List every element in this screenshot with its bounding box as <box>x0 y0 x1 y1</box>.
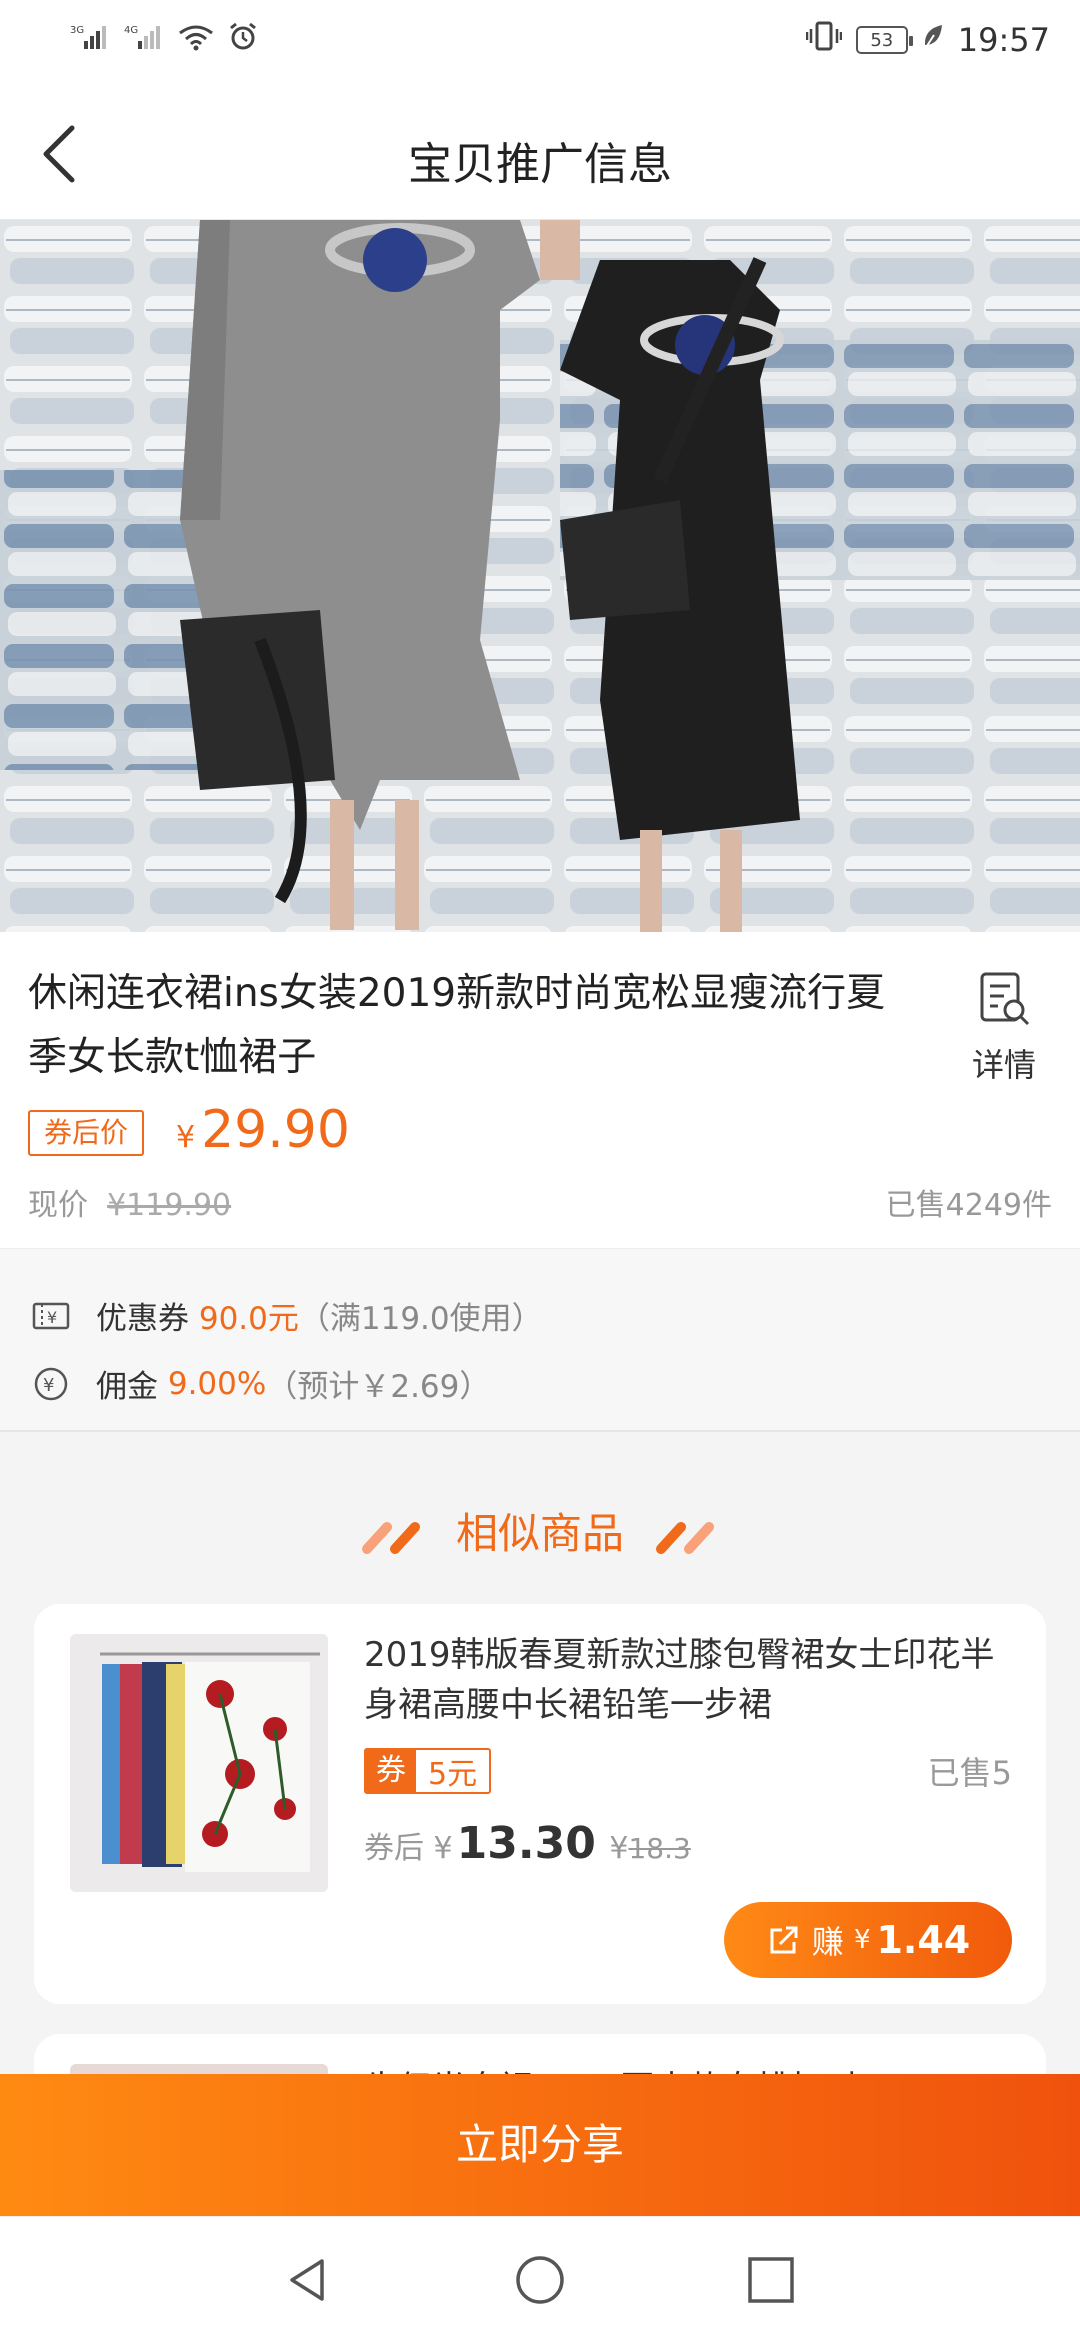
nav-recent-icon <box>748 2257 794 2303</box>
nav-back-button[interactable] <box>282 2255 332 2305</box>
commission-icon: ¥ <box>34 1367 68 1400</box>
old-price-currency: ¥ <box>609 1831 629 1866</box>
nav-recent-button[interactable] <box>746 2255 796 2305</box>
after-coupon-price-value: 29.90 <box>201 1100 350 1160</box>
earn-label: 赚 <box>811 1923 844 1961</box>
coupon-badge-key: 券 <box>366 1750 416 1792</box>
commission-estimate: （预计￥2.69） <box>266 1369 491 1405</box>
similar-item-sold: 已售5 <box>927 1754 1012 1792</box>
earn-button[interactable]: 赚 ¥1.44 <box>724 1902 1012 1978</box>
similar-item-coupon-badge: 券 5元 <box>364 1748 492 1794</box>
coupon-condition: （满119.0使用） <box>298 1301 543 1337</box>
status-time: 19:57 <box>957 21 1050 59</box>
system-nav-bar <box>0 2216 1080 2340</box>
alarm-icon <box>228 22 258 57</box>
currency-symbol: ¥ <box>176 1120 196 1155</box>
signal-4g-icon: 4G <box>124 23 164 56</box>
top-bar: 宝贝推广信息 <box>0 88 1080 220</box>
status-bar: 3G 4G 53 19:57 <box>0 0 1080 88</box>
svg-text:3G: 3G <box>70 25 84 36</box>
coupon-section: ¥ 优惠券 90.0元 （满119.0使用） ¥ 佣金 9.00% （预计￥2.… <box>0 1248 1080 1432</box>
current-price-value: ¥119.90 <box>107 1188 232 1223</box>
svg-text:¥: ¥ <box>43 1375 54 1396</box>
svg-text:4G: 4G <box>124 25 138 36</box>
product-title: 休闲连衣裙ins女装2019新款时尚宽松显瘦流行夏季女长款t恤裙子 <box>28 971 886 1080</box>
coupon-icon: ¥ <box>32 1302 70 1329</box>
detail-button[interactable]: 详情 <box>954 970 1054 1086</box>
signal-3g-icon: 3G <box>70 23 110 56</box>
coupon-badge-value: 5元 <box>428 1757 478 1792</box>
svg-text:¥: ¥ <box>47 1308 57 1327</box>
status-left: 3G 4G <box>70 22 258 57</box>
similar-heading: 相似商品 <box>0 1500 1080 1561</box>
similar-item-thumbnail <box>70 1634 328 1892</box>
commission-label: 佣金 <box>96 1369 158 1405</box>
sold-count: 已售4249件 <box>885 1188 1052 1223</box>
similar-item-price: 券后 ¥13.30 ¥18.3 <box>364 1818 691 1869</box>
nav-home-icon <box>516 2256 564 2304</box>
current-price: 现价 ¥119.90 <box>28 1180 231 1224</box>
share-now-button[interactable]: 立即分享 <box>0 2074 1080 2216</box>
similar-heading-text: 相似商品 <box>455 1509 624 1558</box>
commission-rate: 9.00% <box>167 1365 267 1402</box>
decor-slash-right-icon <box>656 1521 715 1554</box>
wifi-icon <box>178 23 214 56</box>
old-price-value: 18.3 <box>628 1832 691 1865</box>
skirt-thumbnail <box>70 1634 328 1892</box>
price-currency: ¥ <box>433 1831 453 1866</box>
earn-currency: ¥ <box>853 1925 871 1955</box>
vibrate-icon <box>805 20 843 60</box>
product-hero-image[interactable] <box>0 220 1080 932</box>
battery-indicator: 53 <box>855 26 913 54</box>
nav-home-button[interactable] <box>515 2255 565 2305</box>
price-value: 13.30 <box>456 1818 596 1869</box>
earn-value: 1.44 <box>876 1918 971 1962</box>
after-coupon-badge: 券后价 <box>28 1110 145 1156</box>
nav-back-icon <box>290 2259 324 2301</box>
hero-illustration <box>0 220 1080 932</box>
status-right: 53 19:57 <box>805 20 1050 60</box>
coupon-label: 优惠券 <box>96 1301 189 1337</box>
price-after-label: 券后 <box>364 1831 424 1866</box>
current-price-label: 现价 <box>28 1188 88 1223</box>
share-icon <box>770 1926 798 1954</box>
similar-item-name: 2019韩版春夏新款过膝包臀裙女士印花半身裙高腰中长裙铅笔一步裙 <box>364 1635 995 1725</box>
coupon-amount: 90.0元 <box>198 1301 299 1337</box>
commission-row: ¥ 佣金 9.00% （预计￥2.69） <box>32 1361 490 1406</box>
leaf-icon <box>922 21 944 59</box>
similar-item-card[interactable]: 2019韩版春夏新款过膝包臀裙女士印花半身裙高腰中长裙铅笔一步裙 券 5元 已售… <box>34 1604 1046 2004</box>
page-title: 宝贝推广信息 <box>408 139 672 190</box>
detail-doc-icon <box>980 972 1030 1026</box>
after-coupon-price: ¥29.90 <box>176 1100 350 1160</box>
coupon-row: ¥ 优惠券 90.0元 （满119.0使用） <box>32 1293 543 1338</box>
decor-slash-left-icon <box>361 1521 420 1554</box>
product-info: 休闲连衣裙ins女装2019新款时尚宽松显瘦流行夏季女长款t恤裙子 详情 券后价… <box>0 932 1080 1248</box>
detail-label: 详情 <box>971 1046 1036 1084</box>
